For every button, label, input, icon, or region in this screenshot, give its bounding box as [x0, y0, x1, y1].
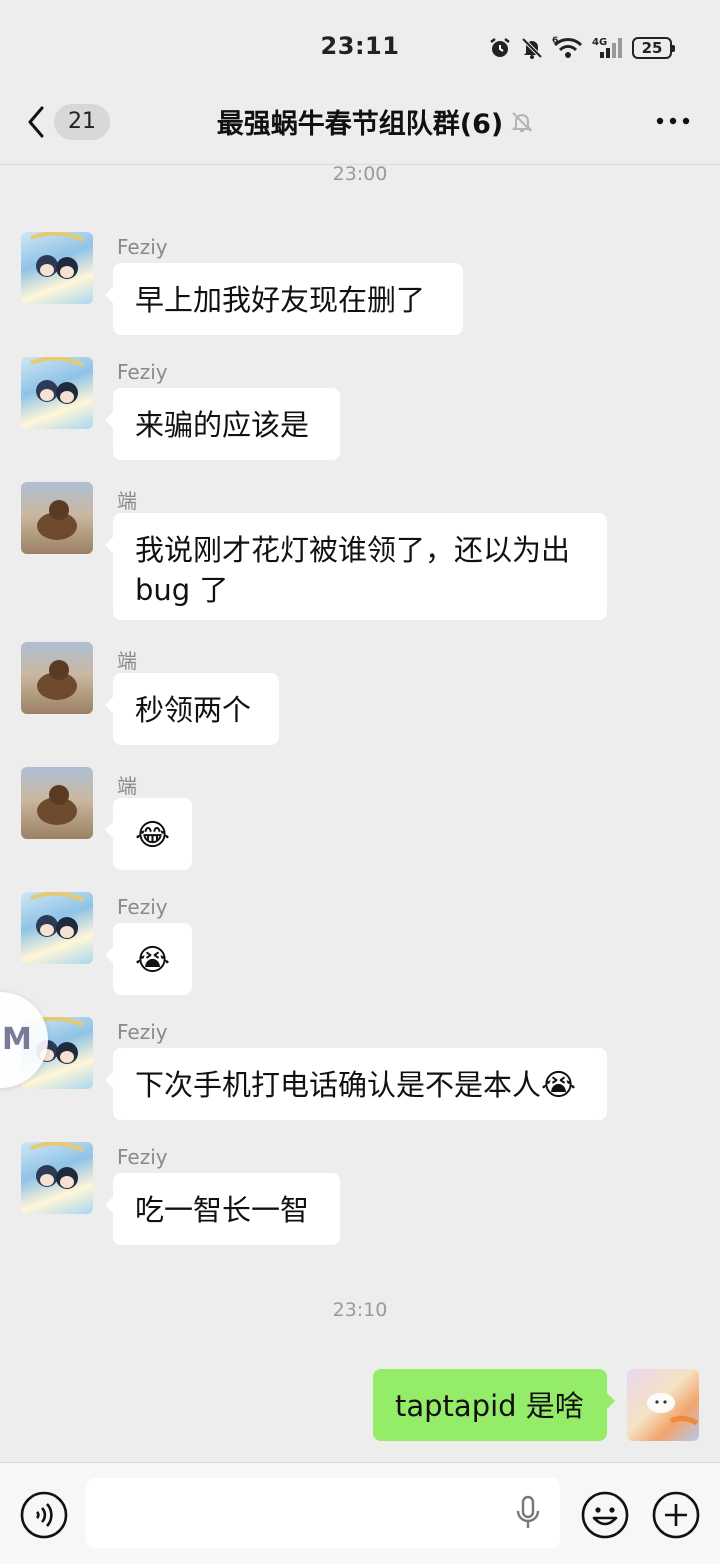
message-text-line: 我说刚才花灯被谁领了，还以为出 [135, 533, 571, 567]
message-bubble[interactable]: 😂 [105, 798, 192, 870]
avatar[interactable] [21, 892, 93, 964]
avatar[interactable] [21, 232, 93, 304]
avatar-illustration [30, 892, 84, 939]
chat-title: 最强蜗牛春节组队群(6) [216, 109, 504, 140]
message-text: taptapid 是啥 [395, 1389, 584, 1423]
message-bubble[interactable]: 秒领两个 [105, 673, 279, 745]
bell-muted-icon [521, 37, 543, 59]
microphone-icon[interactable] [514, 1495, 542, 1531]
message-text-line: bug 了 [135, 573, 229, 607]
sender-name: Feziy [117, 360, 168, 384]
message-text: 下次手机打电话确认是不是本人 [135, 1068, 542, 1102]
sender-name: 端 [117, 774, 137, 798]
message-text: 来骗的应该是 [135, 408, 310, 442]
avatar-illustration [647, 1393, 699, 1426]
muted-bell-icon [511, 112, 533, 132]
message-bubble-self[interactable]: taptapid 是啥 [373, 1369, 615, 1441]
message-bubble[interactable]: 我说刚才花灯被谁领了，还以为出 bug 了 [105, 513, 607, 620]
more-options-button[interactable] [656, 116, 690, 126]
avatar-illustration [30, 1142, 84, 1189]
message-text: 早上加我好友现在删了 [135, 283, 426, 317]
avatar-illustration [30, 357, 84, 404]
sender-name: 端 [117, 489, 137, 513]
sender-name: Feziy [117, 895, 168, 919]
message-bubble[interactable]: 吃一智长一智 [105, 1173, 340, 1245]
avatar-illustration [30, 232, 84, 279]
avatar[interactable] [21, 1142, 93, 1214]
message-input[interactable] [86, 1478, 560, 1548]
more-actions-plus-button[interactable] [652, 1491, 700, 1539]
avatar[interactable] [21, 357, 93, 429]
input-bar [0, 1462, 720, 1564]
sender-name: Feziy [117, 235, 168, 259]
message-text: 吃一智长一智 [135, 1193, 310, 1227]
wifi-icon: 6 [552, 36, 583, 58]
avatar[interactable] [21, 482, 93, 554]
time-divider: 23:00 [332, 163, 388, 185]
alarm-icon [490, 38, 510, 57]
network-type: 4G [592, 37, 607, 48]
battery-indicator: 25 [632, 37, 675, 59]
sender-name: 端 [117, 649, 137, 673]
message-text: 秒领两个 [135, 693, 252, 727]
chat-header: 21 最强蜗牛春节组队群(6) [0, 80, 720, 165]
wifi-badge: 6 [552, 36, 558, 46]
emoji-laughing-tears: 😂 [135, 818, 171, 853]
avatar-illustration [37, 500, 77, 540]
sender-name: Feziy [117, 1145, 168, 1169]
voice-mode-button[interactable] [20, 1491, 68, 1539]
avatar-illustration [37, 660, 77, 700]
emoji-crying: 😭 [135, 943, 171, 978]
message-bubble[interactable]: 下次手机打电话确认是不是本人😭 [105, 1048, 607, 1120]
sender-name: Feziy [117, 1020, 168, 1044]
emoji-button[interactable] [581, 1491, 629, 1539]
time-divider: 23:10 [332, 1299, 388, 1321]
message-bubble[interactable]: 😭 [105, 923, 192, 995]
status-icons: 6 4G 25 [488, 36, 675, 60]
floating-ball-label: M [2, 1022, 32, 1057]
avatar-illustration [37, 785, 77, 825]
avatar[interactable] [21, 642, 93, 714]
emoji-crying: 😭 [541, 1068, 577, 1103]
message-bubble[interactable]: 早上加我好友现在删了 [105, 263, 463, 335]
cellular-signal-icon: 4G [592, 37, 622, 58]
message-bubble[interactable]: 来骗的应该是 [105, 388, 340, 460]
self-avatar[interactable] [627, 1369, 699, 1441]
avatar[interactable] [21, 767, 93, 839]
